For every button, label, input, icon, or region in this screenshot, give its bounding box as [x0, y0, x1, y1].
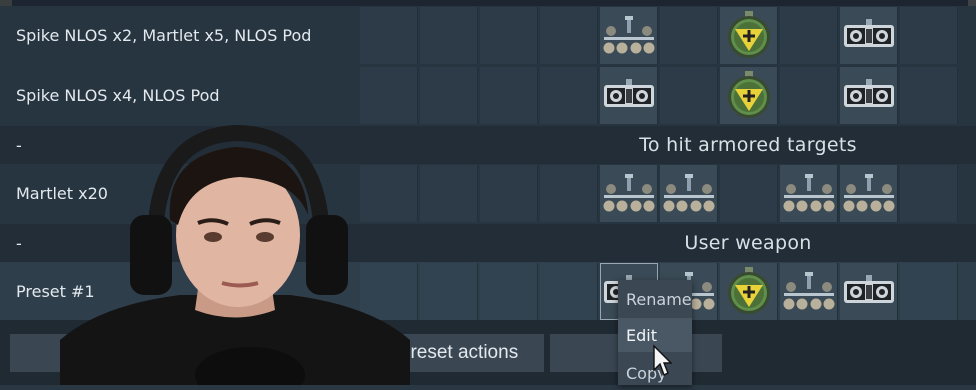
weapon-slot[interactable]	[540, 67, 598, 124]
targeting-crosshair-icon	[727, 11, 770, 58]
weapon-slot[interactable]	[840, 263, 898, 320]
missile-rack-icon	[663, 174, 714, 212]
weapon-slot[interactable]	[540, 165, 598, 222]
preset-actions-label: Preset actions	[397, 342, 519, 363]
preset-label: Spike NLOS x2, Martlet x5, NLOS Pod	[16, 25, 312, 45]
weapon-slot[interactable]	[600, 165, 658, 222]
nlos-pod-icon	[843, 19, 894, 47]
weapon-slot[interactable]	[900, 165, 958, 222]
preset-label: Spike NLOS x4, NLOS Pod	[16, 85, 220, 105]
menu-item-rename-label: Rename	[626, 289, 692, 309]
weapon-slot[interactable]	[900, 263, 958, 320]
weapon-slot[interactable]	[480, 165, 538, 222]
weapon-slot[interactable]	[360, 7, 418, 64]
weapon-slot[interactable]	[480, 67, 538, 124]
weapon-slot[interactable]	[720, 7, 778, 64]
weapon-slot[interactable]	[840, 7, 898, 64]
weapon-slot[interactable]	[720, 263, 778, 320]
weapon-slot[interactable]	[720, 165, 778, 222]
preset-row[interactable]: Spike NLOS x2, Martlet x5, NLOS Pod	[0, 6, 976, 64]
weapon-slot[interactable]	[900, 67, 958, 124]
weapon-slot[interactable]	[420, 263, 478, 320]
menu-item-edit-label: Edit	[626, 325, 657, 345]
weapon-slot[interactable]	[540, 7, 598, 64]
weapon-slot[interactable]	[540, 263, 598, 320]
weapon-slot[interactable]	[660, 7, 718, 64]
weapon-slot[interactable]	[720, 67, 778, 124]
weapon-slot[interactable]	[480, 263, 538, 320]
group-title: User weapon	[684, 232, 812, 254]
weapon-slot[interactable]	[420, 7, 478, 64]
weapon-slot[interactable]	[360, 67, 418, 124]
preset-label: -	[16, 233, 22, 253]
targeting-crosshair-icon	[727, 71, 770, 118]
preset-label: -	[16, 135, 22, 155]
weapon-slot[interactable]	[780, 7, 838, 64]
weapon-slot[interactable]	[840, 165, 898, 222]
weapon-slot[interactable]	[900, 7, 958, 64]
targeting-crosshair-icon	[727, 267, 770, 314]
missile-rack-icon	[603, 16, 654, 54]
weapon-slot[interactable]	[780, 263, 838, 320]
weapon-slot[interactable]	[840, 67, 898, 124]
weapon-slot[interactable]	[780, 67, 838, 124]
weapon-slot[interactable]	[660, 165, 718, 222]
nlos-pod-icon	[843, 79, 894, 107]
mouse-cursor-icon	[653, 344, 672, 376]
weapon-slot[interactable]	[480, 7, 538, 64]
missile-rack-icon	[603, 174, 654, 212]
missile-rack-icon	[783, 174, 834, 212]
nlos-pod-icon	[843, 275, 894, 303]
preset-row[interactable]: Spike NLOS x4, NLOS Pod	[0, 66, 976, 124]
weapon-slot[interactable]	[600, 67, 658, 124]
webcam-overlay	[60, 125, 410, 385]
weapon-slot[interactable]	[420, 67, 478, 124]
group-title: To hit armored targets	[639, 134, 857, 156]
weapon-slot[interactable]	[420, 165, 478, 222]
weapon-slot[interactable]	[660, 67, 718, 124]
missile-rack-icon	[843, 174, 894, 212]
weapon-slot[interactable]	[780, 165, 838, 222]
weapon-slot[interactable]	[600, 7, 658, 64]
missile-rack-icon	[783, 272, 834, 310]
nlos-pod-icon	[603, 79, 654, 107]
menu-item-rename[interactable]: Rename	[618, 282, 692, 316]
